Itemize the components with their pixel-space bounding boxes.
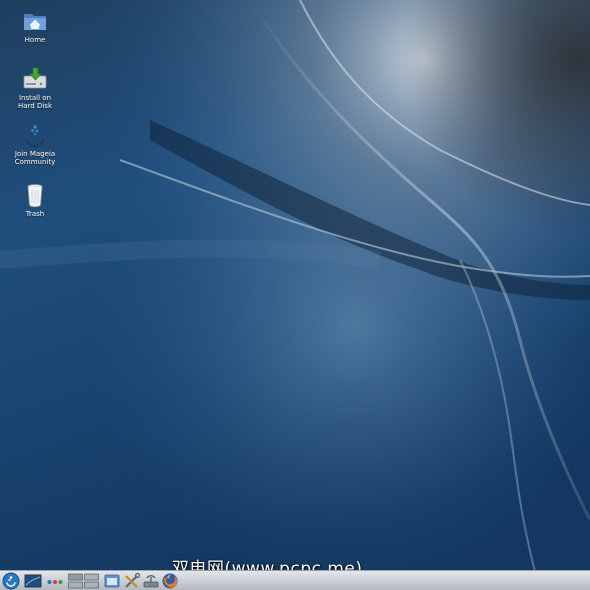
- activities-button[interactable]: [46, 572, 64, 590]
- show-desktop-icon: [24, 574, 42, 588]
- show-desktop-button[interactable]: [24, 572, 42, 590]
- desktop-icon-label-line-1: Join Mageia: [14, 150, 56, 158]
- start-menu-button[interactable]: [2, 572, 20, 590]
- file-manager-icon: [104, 574, 120, 588]
- desktop-icon-label-line-1: Install on: [18, 94, 52, 102]
- trash-icon: [27, 184, 43, 208]
- mageia-menu-icon: [2, 572, 20, 590]
- desktop-icon-install[interactable]: Install on Hard Disk: [4, 66, 66, 110]
- pager-icon: [68, 573, 83, 589]
- desktop-icon-label: Trash: [25, 210, 45, 218]
- file-manager-button[interactable]: [103, 572, 121, 590]
- desktop-icon-label-line-2: Community: [14, 158, 56, 166]
- firefox-button[interactable]: [161, 572, 179, 590]
- network-button[interactable]: [142, 572, 160, 590]
- desktop-icon-community[interactable]: Join Mageia Community: [4, 122, 66, 166]
- desktop-icon-home[interactable]: Home: [4, 8, 66, 44]
- firefox-icon: [162, 573, 178, 589]
- pager-desktop-1[interactable]: [68, 572, 83, 590]
- desktop-icon-trash[interactable]: Trash: [4, 182, 66, 218]
- mageia-logo-icon: [25, 125, 45, 148]
- pager-icon: [84, 573, 99, 589]
- three-dots-icon: [47, 580, 63, 584]
- system-settings-button[interactable]: [123, 572, 141, 590]
- desktop-wallpaper: [0, 0, 590, 590]
- install-disk-icon: [23, 67, 47, 89]
- desktop-icon-label-line-2: Hard Disk: [17, 102, 52, 110]
- taskbar: [0, 570, 590, 590]
- tools-icon: [125, 572, 141, 588]
- desktop[interactable]: Home Install on Hard Disk Join Mageia Co…: [0, 0, 590, 590]
- desktop-icon-label: Home: [24, 36, 46, 44]
- home-folder-icon: [24, 14, 46, 30]
- network-icon: [143, 575, 159, 588]
- pager-desktop-2[interactable]: [84, 572, 99, 590]
